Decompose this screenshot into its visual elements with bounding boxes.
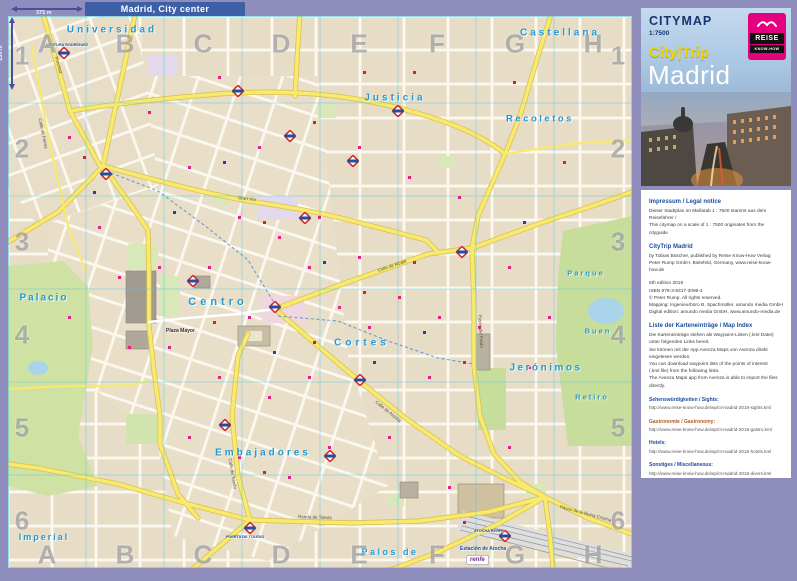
publisher-line-1: by Tobias Büscher, published by Reise Kn… bbox=[649, 253, 771, 259]
grid-col-label: C bbox=[193, 539, 213, 569]
grid-col-label: B bbox=[115, 28, 135, 59]
grid-col-label: D bbox=[271, 539, 291, 569]
grid-row-label: 5 bbox=[14, 412, 30, 443]
grid-row-label: 3 bbox=[610, 226, 626, 257]
grid-col-label: E bbox=[350, 28, 368, 59]
district-label: Recoletos bbox=[506, 113, 574, 125]
city-title: Madrid bbox=[648, 60, 731, 90]
grid-col-label: H bbox=[583, 539, 603, 569]
impressum-heading: Impressum / Legal notice bbox=[649, 199, 722, 205]
gastronomy-label: Gastronomie / Gastronomy: bbox=[649, 418, 716, 425]
map-index-text: The Avenza Maps app from Avenza is able … bbox=[649, 376, 778, 389]
district-label: Cortes bbox=[334, 337, 390, 349]
grid-row-label: 1 bbox=[610, 40, 626, 71]
kml-link-hotels: Hotels: http://www.reise-know-how.de/wp/… bbox=[649, 440, 783, 455]
district-label: Embajadores bbox=[215, 447, 311, 459]
grid-col-label: G bbox=[504, 28, 526, 59]
grid-col-label: F bbox=[429, 28, 445, 59]
grid-col-label: A bbox=[37, 28, 57, 59]
misc-url[interactable]: http://www.reise-know-how.de/wp/ct-madri… bbox=[649, 470, 783, 477]
map-scale-ratio: 1:7500 bbox=[649, 30, 670, 37]
map-index-heading: Liste der Karteneinträge / Map Index bbox=[649, 323, 753, 330]
sights-label: Sehenswürdigkeiten / Sights: bbox=[649, 396, 719, 403]
grid-row-label: 6 bbox=[14, 505, 30, 536]
legal-info-card: Impressum / Legal notice Dieser Stadtpla… bbox=[641, 190, 791, 478]
scale-label-horizontal: 375 m bbox=[36, 9, 52, 16]
digital-edition-credit: Digital edition: amundo media GmbH, www.… bbox=[649, 310, 781, 316]
citytrip-heading: CityTrip Madrid bbox=[649, 243, 693, 250]
kml-link-misc: Sonstiges / Miscellaneous: http://www.re… bbox=[649, 462, 783, 477]
district-label: Universidad bbox=[66, 24, 158, 36]
grid-row-label: 6 bbox=[610, 505, 626, 536]
grid-row-label: 3 bbox=[14, 226, 30, 257]
hotels-label: Hotels: bbox=[649, 440, 666, 447]
district-label: Palacio bbox=[19, 292, 69, 304]
grid-col-label: G bbox=[504, 539, 526, 569]
map-index-text: Sie können mit der App Avenza Maps von A… bbox=[649, 347, 768, 360]
map-index-text: Die Karteneinträge stehen als Waypoint-L… bbox=[649, 333, 774, 339]
scale-label-vertical: 250 m bbox=[0, 45, 4, 61]
park-label: Buen bbox=[584, 326, 612, 336]
grid-col-label: B bbox=[115, 539, 135, 569]
map-index-text: You can download waypoint lists of the p… bbox=[649, 362, 768, 367]
isbn: ISBN 978-3-8317-3096-4 bbox=[649, 288, 703, 294]
logo-text-know-how: KNOW-HOW bbox=[750, 45, 784, 53]
edition: 5th edition 2018 bbox=[649, 281, 684, 287]
grid-row-label: 5 bbox=[610, 412, 626, 443]
grid-col-label: A bbox=[37, 539, 57, 569]
impressum-text-de: Dieser Stadtplan im Maßstab 1 : 7500 sta… bbox=[649, 209, 767, 222]
grid-row-label: 2 bbox=[14, 133, 30, 164]
kml-link-gastronomy: Gastronomie / Gastronomy: http://www.rei… bbox=[649, 419, 783, 434]
district-label: Palos de bbox=[361, 547, 419, 557]
district-label: Justicia bbox=[364, 92, 426, 104]
place-label-atocha: Estación de Atocha bbox=[460, 546, 507, 552]
mapping-credit: Mapping: Ingenieurbüro B. Spachmüller, a… bbox=[649, 302, 783, 308]
grid-col-label: H bbox=[583, 28, 603, 59]
map-index-text: (.kml file) from the following links. bbox=[649, 369, 720, 375]
map-panel: Universidad Justicia Castellana Recoleto… bbox=[8, 16, 632, 568]
district-label: Centro bbox=[188, 296, 248, 308]
map-title-bar: Madrid, City center bbox=[85, 2, 245, 16]
misc-label: Sonstiges / Miscellaneous: bbox=[649, 462, 713, 469]
metro-station-label: Puerta de Toledo bbox=[226, 535, 265, 539]
impressum-text-en: This citymap on a scale of 1 : 7500 orig… bbox=[649, 223, 765, 236]
place-label-plaza-mayor: Plaza Mayor bbox=[166, 328, 195, 334]
grid-col-label: D bbox=[271, 28, 291, 59]
map-index-text: unter folgenden Links bereit. bbox=[649, 340, 710, 346]
reise-know-how-logo: REISE KNOW-HOW bbox=[748, 13, 786, 60]
metro-station-label: Atocha Renfe bbox=[474, 529, 504, 533]
renfe-logo: renfe bbox=[466, 555, 489, 565]
grid-row-label: 1 bbox=[14, 40, 30, 71]
kml-link-sights: Sehenswürdigkeiten / Sights: http://www.… bbox=[649, 397, 783, 412]
gastronomy-url[interactable]: http://www.reise-know-how.de/wp/ct-madri… bbox=[649, 426, 783, 433]
copyright: © Peter Rump. All rights reserved. bbox=[649, 295, 722, 301]
publisher-line-2: Peter Rump GmbH, Bielefeld, Germany, www… bbox=[649, 260, 772, 274]
grid-row-label: 4 bbox=[14, 319, 30, 350]
hotels-url[interactable]: http://www.reise-know-how.de/wp/ct-madri… bbox=[649, 448, 783, 455]
grid-row-label: 2 bbox=[610, 133, 626, 164]
logo-text-reise: REISE bbox=[750, 32, 784, 44]
grid-col-label: C bbox=[193, 28, 213, 59]
grid-col-label: F bbox=[429, 539, 445, 569]
series-logo-citytrip: City|Trip bbox=[649, 44, 710, 61]
cover-photo-gran-via bbox=[641, 92, 791, 186]
sights-url[interactable]: http://www.reise-know-how.de/wp/ct-madri… bbox=[649, 404, 783, 411]
sidebar-title-card: CITYMAP 1:7500 City|Trip Madrid REISE KN… bbox=[641, 8, 791, 92]
park-label: Retiro bbox=[575, 392, 609, 402]
bird-icon bbox=[750, 15, 784, 31]
citymap-page: Universidad Justicia Castellana Recoleto… bbox=[0, 0, 797, 581]
district-label: Jerónimos bbox=[509, 362, 583, 374]
map-canvas bbox=[8, 16, 632, 568]
citymap-kicker: CITYMAP bbox=[649, 14, 713, 28]
grid-row-label: 4 bbox=[610, 319, 626, 350]
grid-col-label: E bbox=[350, 539, 368, 569]
park-label: Parque bbox=[567, 268, 605, 278]
